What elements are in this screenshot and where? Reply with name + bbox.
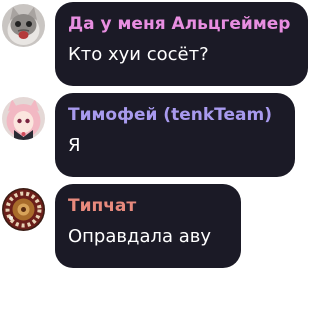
message-author[interactable]: Типчат <box>68 196 227 216</box>
message-author[interactable]: Тимофей (tenkTeam) <box>68 105 281 125</box>
message-text: Я <box>68 135 81 156</box>
cat-avatar-icon[interactable] <box>2 4 45 47</box>
message-bubble[interactable]: Тимофей (tenkTeam) Я <box>55 93 295 177</box>
message-bubble[interactable]: Типчат Оправдала аву <box>55 184 241 268</box>
message-text: Оправдала аву <box>68 226 212 247</box>
anime-girl-avatar-icon[interactable] <box>2 97 45 140</box>
roulette-avatar-icon[interactable] <box>2 188 45 231</box>
chat-message-list: Да у меня Альцгеймер Кто хуи сосёт? Тимо… <box>0 0 317 320</box>
message-text: Кто хуи сосёт? <box>68 44 209 65</box>
message-author[interactable]: Да у меня Альцгеймер <box>68 14 294 34</box>
message-bubble[interactable]: Да у меня Альцгеймер Кто хуи сосёт? <box>55 2 308 86</box>
